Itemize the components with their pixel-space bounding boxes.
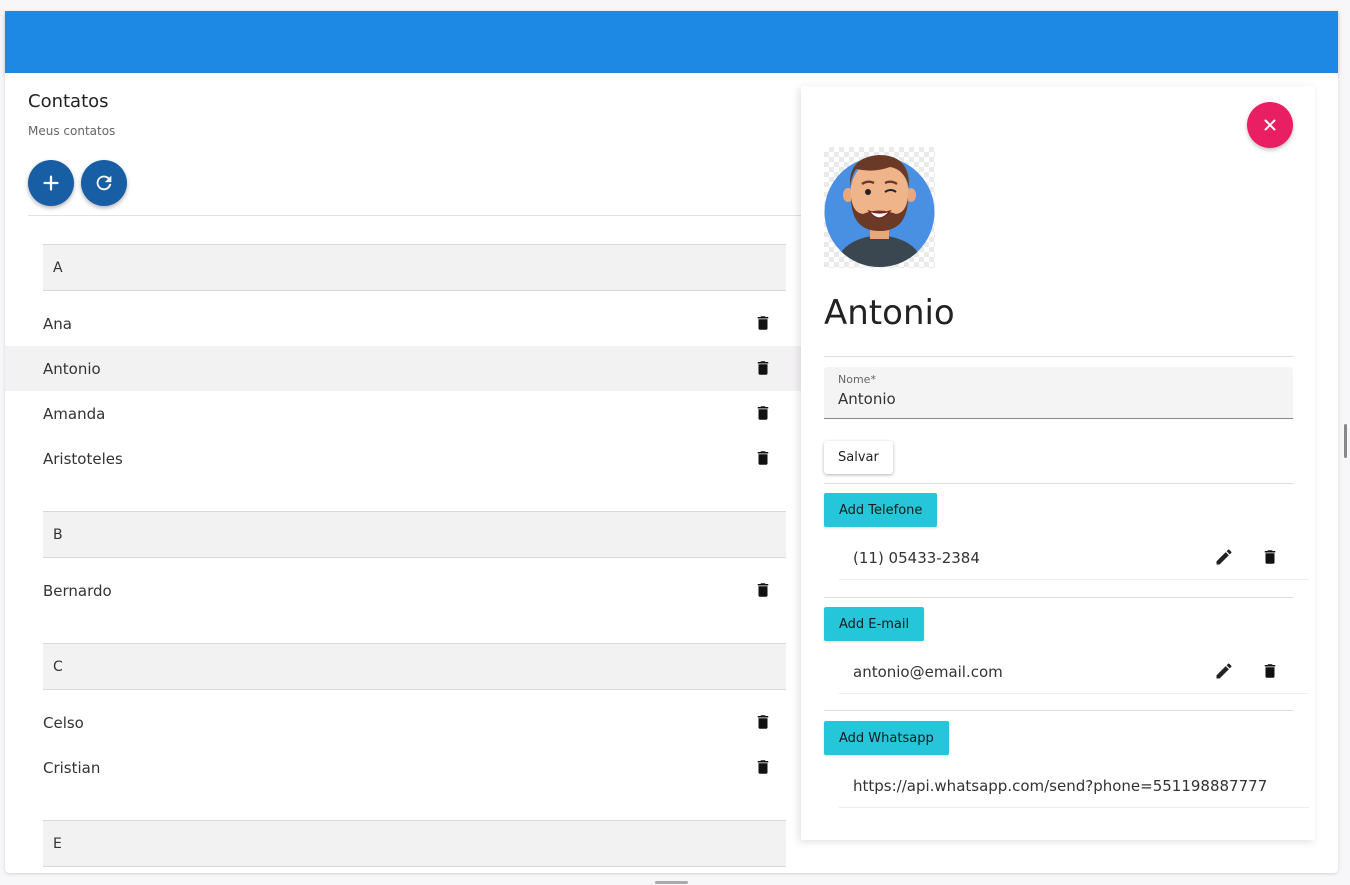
avatar bbox=[824, 147, 935, 268]
name-field-label: Nome* bbox=[838, 373, 876, 386]
trash-icon[interactable] bbox=[1261, 547, 1279, 567]
name-input[interactable] bbox=[838, 390, 1279, 408]
divider bbox=[824, 597, 1293, 598]
contact-list-item[interactable]: Ana bbox=[5, 301, 801, 346]
refresh-icon bbox=[96, 175, 112, 191]
name-field[interactable]: Nome* bbox=[824, 367, 1293, 419]
contact-group: A Ana Antonio Amanda Aristoteles bbox=[5, 244, 801, 511]
contact-detail-panel: Antonio Nome* Salvar Add Telefone (11) 0… bbox=[801, 86, 1315, 840]
divider bbox=[824, 483, 1293, 484]
page-title: Contatos bbox=[28, 91, 109, 112]
contact-group: E bbox=[5, 820, 801, 873]
trash-icon[interactable] bbox=[754, 757, 772, 777]
group-header: C bbox=[43, 643, 786, 690]
divider bbox=[824, 710, 1293, 711]
email-value: antonio@email.com bbox=[853, 662, 1003, 681]
whatsapp-row: https://api.whatsapp.com/send?phone=5511… bbox=[839, 764, 1309, 808]
trash-icon[interactable] bbox=[754, 358, 772, 378]
contact-name: Aristoteles bbox=[43, 449, 123, 468]
contact-name: Ana bbox=[43, 314, 72, 333]
edit-icon[interactable] bbox=[1214, 547, 1234, 567]
app-header-bar bbox=[5, 11, 1338, 73]
contact-list-item[interactable]: Celso bbox=[5, 700, 801, 745]
group-header: B bbox=[43, 511, 786, 558]
contact-name: Bernardo bbox=[43, 581, 112, 600]
contact-list-item[interactable]: Bernardo bbox=[5, 568, 801, 613]
contact-name: Amanda bbox=[43, 404, 106, 423]
trash-icon[interactable] bbox=[754, 448, 772, 468]
add-phone-button[interactable]: Add Telefone bbox=[824, 493, 938, 527]
contact-name-heading: Antonio bbox=[824, 293, 955, 333]
trash-icon[interactable] bbox=[754, 712, 772, 732]
page-subtitle: Meus contatos bbox=[28, 124, 116, 138]
contact-list-item[interactable]: Antonio bbox=[5, 346, 801, 391]
contact-group: C Celso Cristian bbox=[5, 643, 801, 820]
edit-icon[interactable] bbox=[1214, 661, 1234, 681]
plus-icon bbox=[43, 175, 59, 191]
group-header: A bbox=[43, 244, 786, 291]
contact-list-item[interactable]: Aristoteles bbox=[5, 436, 801, 481]
add-contact-button[interactable] bbox=[28, 160, 74, 206]
contact-name: Cristian bbox=[43, 758, 101, 777]
group-header: E bbox=[43, 820, 786, 867]
divider bbox=[824, 356, 1293, 357]
close-icon bbox=[1264, 119, 1276, 131]
scrollbar-handle[interactable] bbox=[1344, 424, 1347, 458]
contacts-panel: Contatos Meus contatos A Ana Antonio Amanda… bbox=[5, 73, 801, 873]
contact-list-item[interactable]: Cristian bbox=[5, 745, 801, 790]
divider bbox=[28, 215, 801, 216]
refresh-button[interactable] bbox=[81, 160, 127, 206]
trash-icon[interactable] bbox=[1261, 661, 1279, 681]
add-email-button[interactable]: Add E-mail bbox=[824, 607, 925, 641]
contact-name: Antonio bbox=[43, 359, 101, 378]
trash-icon[interactable] bbox=[754, 403, 772, 423]
phone-value: (11) 05433-2384 bbox=[853, 548, 980, 567]
contacts-card: Contatos Meus contatos A Ana Antonio Amanda… bbox=[5, 73, 1338, 873]
phone-row: (11) 05433-2384 bbox=[839, 536, 1309, 580]
contact-list-item[interactable]: Amanda bbox=[5, 391, 801, 436]
add-whatsapp-button[interactable]: Add Whatsapp bbox=[824, 721, 949, 755]
contact-group: B Bernardo bbox=[5, 511, 801, 643]
trash-icon[interactable] bbox=[754, 313, 772, 333]
save-button[interactable]: Salvar bbox=[824, 441, 893, 474]
contact-list: A Ana Antonio Amanda Aristoteles B Bernardo C Ce… bbox=[5, 244, 801, 873]
contact-name: Celso bbox=[43, 713, 84, 732]
close-button[interactable] bbox=[1247, 102, 1293, 148]
email-row: antonio@email.com bbox=[839, 650, 1309, 694]
avatar-image bbox=[824, 155, 935, 267]
resize-handle[interactable] bbox=[655, 881, 688, 884]
trash-icon[interactable] bbox=[754, 580, 772, 600]
whatsapp-link[interactable]: https://api.whatsapp.com/send?phone=5511… bbox=[853, 777, 1267, 795]
